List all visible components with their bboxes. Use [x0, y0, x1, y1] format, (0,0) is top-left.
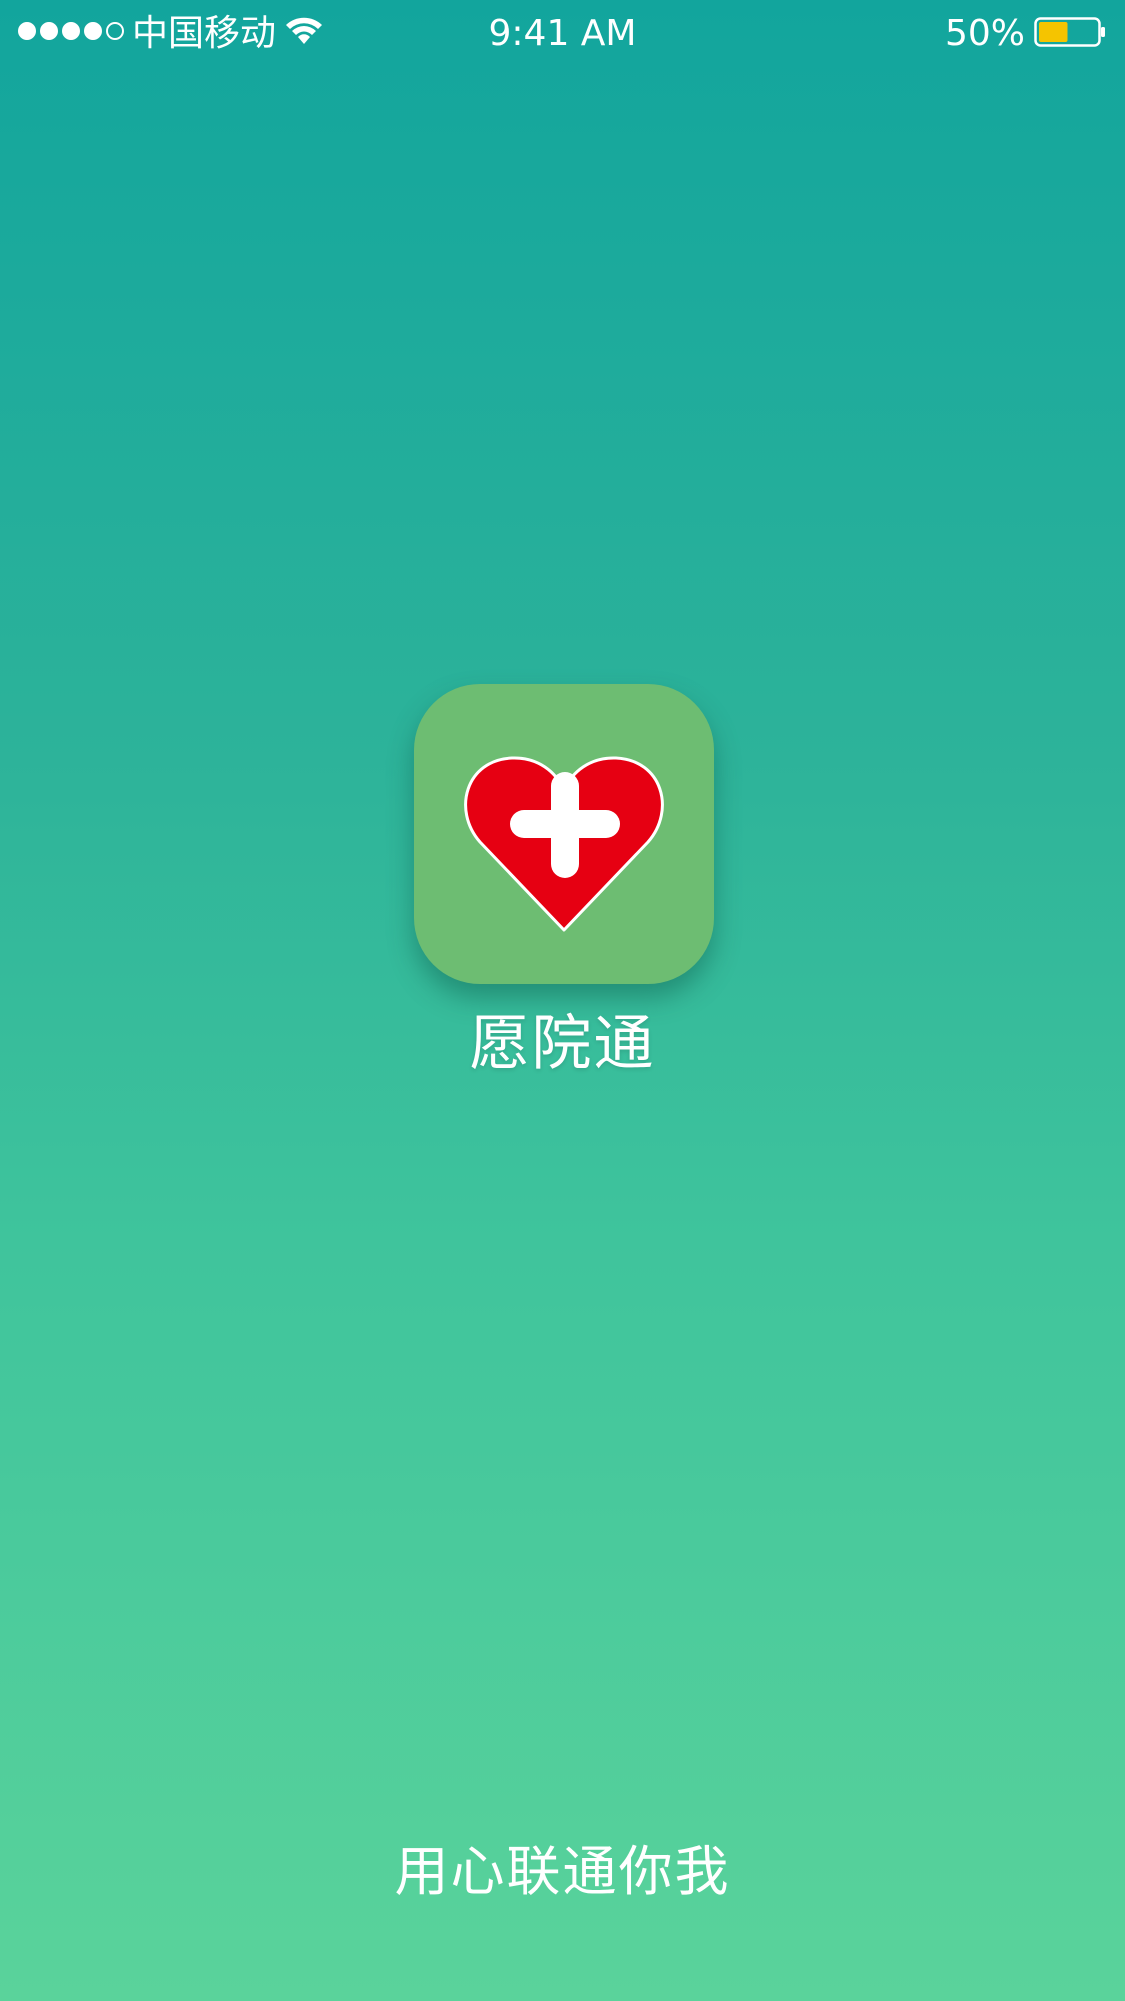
app-icon — [414, 684, 714, 984]
heart-plus-icon — [464, 756, 664, 932]
app-name: 愿院通 — [469, 1009, 656, 1079]
battery-percent: 50% — [944, 13, 1025, 54]
status-bar: 中国移动 9:41 AM 50% — [0, 0, 1125, 70]
slogan: 用心联通你我 — [394, 1840, 731, 1903]
battery-icon — [1034, 17, 1105, 47]
